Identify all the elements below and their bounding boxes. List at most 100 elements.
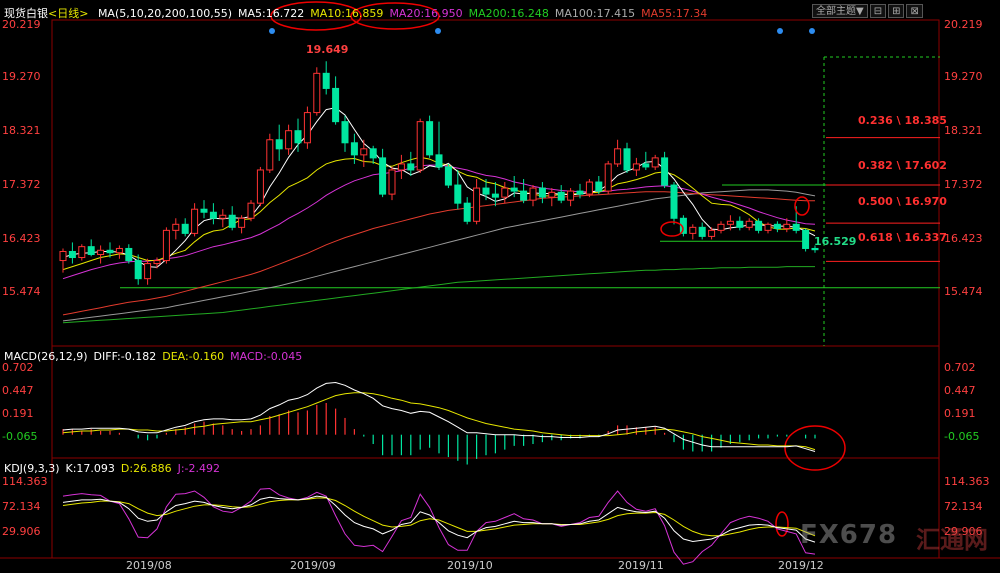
candle-body	[181, 223, 189, 234]
candle-body	[426, 121, 434, 156]
x-tick: 2019/10	[447, 559, 493, 572]
ma10-value: MA10:16.859	[310, 7, 384, 20]
candle-body	[510, 187, 518, 192]
candle-body	[520, 190, 528, 201]
kdj-tick-right: 72.134	[944, 500, 983, 513]
candle-body	[576, 190, 584, 195]
y-tick-left: 19.270	[2, 70, 41, 83]
candle-body	[303, 112, 311, 144]
candle-body	[369, 148, 377, 159]
candle-body	[670, 184, 678, 219]
candle-body	[736, 220, 744, 228]
candle-body	[783, 223, 791, 230]
candle-body	[115, 247, 123, 254]
y-tick-right: 15.474	[944, 285, 983, 298]
kdj-k-line	[62, 495, 816, 543]
ma100-value: MA100:17.415	[554, 7, 636, 20]
candle-body	[360, 148, 368, 156]
macd-tick-left: -0.065	[2, 430, 38, 443]
candle-body	[134, 260, 142, 280]
candle-body	[228, 214, 236, 228]
candle-body	[614, 148, 622, 165]
y-tick-left: 18.321	[2, 124, 41, 137]
candle-body	[407, 163, 415, 171]
candle-body	[661, 157, 669, 186]
candle-body	[595, 181, 603, 192]
period-label[interactable]: <日线>	[48, 7, 88, 20]
candle-body	[717, 223, 725, 231]
candle-body	[191, 208, 199, 234]
candle-body	[341, 121, 349, 144]
candle-body	[698, 226, 706, 237]
macd-dea: DEA:-0.160	[162, 350, 225, 363]
highlight-ellipse	[660, 221, 684, 237]
x-tick: 2019/08	[126, 559, 172, 572]
candle-body	[416, 121, 424, 171]
kdj-tick-left: 114.363	[2, 475, 48, 488]
kdj-tick-right: 114.363	[944, 475, 990, 488]
candle-body	[209, 211, 217, 219]
macd-tick-right: 0.702	[944, 361, 976, 374]
highlight-ellipse	[775, 511, 789, 537]
candle-body	[642, 163, 650, 168]
candle-body	[238, 217, 246, 228]
macd-diff: DIFF:-0.182	[93, 350, 157, 363]
candle-body	[745, 220, 753, 228]
candle-body	[172, 223, 180, 231]
y-tick-left: 20.219	[2, 18, 41, 31]
ma-spec: MA(5,10,20,200,100,55)	[97, 7, 232, 20]
y-tick-left: 16.423	[2, 232, 41, 245]
candle-body	[256, 169, 264, 204]
highlight-ellipse	[784, 425, 846, 471]
y-tick-left: 17.372	[2, 178, 41, 191]
marker-dot	[777, 28, 783, 34]
candle-body	[708, 229, 716, 237]
kdj-d-line	[62, 497, 816, 537]
candle-body	[144, 263, 152, 280]
expand-icon[interactable]: ⊞	[888, 4, 905, 18]
candle-body	[200, 208, 208, 213]
close-icon[interactable]: ⊠	[906, 4, 923, 18]
candle-body	[322, 72, 330, 89]
ma55-value: MA55:17.34	[641, 7, 708, 20]
kdj-d: D:26.886	[120, 462, 172, 475]
candle-body	[313, 72, 321, 114]
candle-body	[491, 193, 499, 198]
x-tick: 2019/12	[778, 559, 824, 572]
candle-body	[473, 187, 481, 222]
macd-tick-right: 0.191	[944, 407, 976, 420]
candle-body	[454, 184, 462, 204]
low-label: 16.529	[814, 235, 857, 248]
candle-body	[162, 229, 170, 262]
theme-select[interactable]: 全部主题▼	[812, 4, 868, 18]
candle-body	[802, 229, 810, 249]
candle-body	[726, 220, 734, 225]
candle-body	[78, 246, 86, 259]
candle-body	[219, 214, 227, 219]
y-tick-right: 16.423	[944, 232, 983, 245]
candle-body	[538, 187, 546, 198]
candle-body	[811, 247, 819, 251]
candle-body	[482, 187, 490, 195]
marker-dot	[809, 28, 815, 34]
candle-body	[435, 154, 443, 168]
candle-body	[397, 163, 405, 171]
y-tick-right: 18.321	[944, 124, 983, 137]
highlight-ellipse	[794, 196, 810, 216]
fib-label: 0.382 \ 17.602	[858, 159, 947, 172]
collapse-icon[interactable]: ⊟	[869, 4, 887, 18]
macd-tick-left: 0.447	[2, 384, 34, 397]
chart-svg	[0, 1, 1000, 565]
fib-label: 0.236 \ 18.385	[858, 114, 947, 127]
candle-body	[294, 130, 302, 144]
marker-dot	[435, 28, 441, 34]
candle-body	[87, 246, 95, 256]
kdj-tick-left: 72.134	[2, 500, 41, 513]
macd-tick-right: 0.447	[944, 384, 976, 397]
x-tick: 2019/11	[618, 559, 664, 572]
candle-body	[266, 139, 274, 171]
candle-body	[68, 250, 76, 259]
candle-body	[125, 247, 133, 262]
candle-body	[332, 87, 340, 123]
macd-value: MACD:-0.045	[230, 350, 303, 363]
